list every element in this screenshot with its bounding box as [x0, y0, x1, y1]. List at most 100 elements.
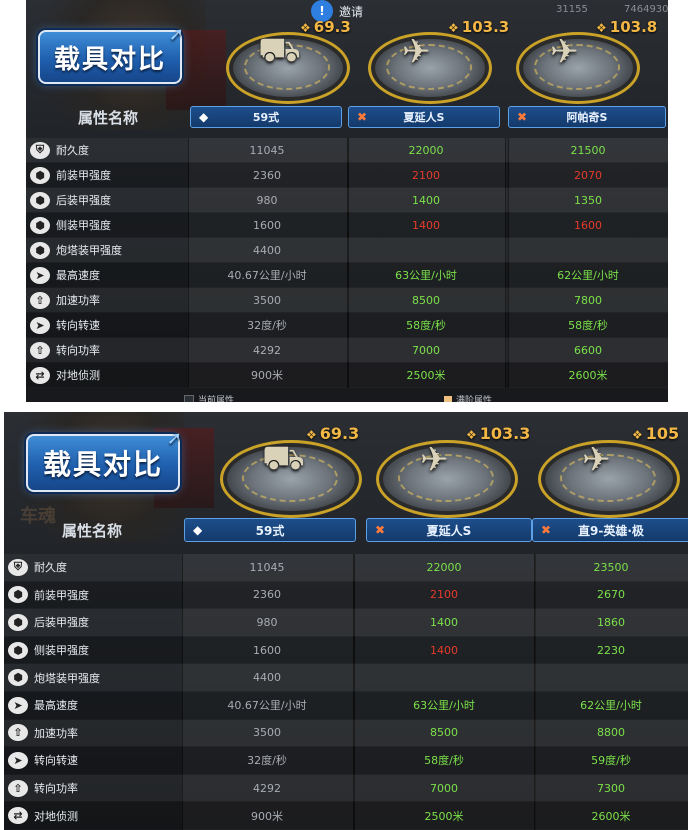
power-icon: ❖: [596, 21, 607, 35]
attribute-value: 4292: [253, 781, 281, 795]
attribute-label: 前装甲强度: [56, 169, 111, 182]
attribute-value: 3500: [253, 726, 281, 740]
attribute-label: 最高速度: [56, 269, 100, 282]
armor-icon: ⬢: [30, 241, 50, 259]
armor-icon: ⬢: [30, 216, 50, 234]
legend-swatch: [184, 394, 194, 402]
power-rating: ❖ 69.3: [306, 424, 359, 443]
attribute-row: ⬢ 前装甲强度 2360 2100 2670: [4, 581, 688, 609]
page-title: 载具对比 ➚: [26, 428, 182, 492]
radar-icon: ⇄: [30, 366, 50, 384]
attribute-value: 58度/秒: [424, 754, 464, 768]
attribute-row: ⬢ 前装甲强度 2360 2100 2070: [26, 163, 668, 187]
comparison-panel-1: ! 邀请 31155 7464930 载具对比 ➚ 属性名称 ⛟ ❖ 69.3 ✈…: [26, 0, 668, 402]
attribute-value: 1400: [430, 615, 458, 629]
attribute-value: 2100: [412, 168, 440, 182]
attribute-row: ⬢ 侧装甲强度 1600 1400 1600: [26, 213, 668, 237]
power-rating: ❖ 103.3: [448, 18, 509, 36]
tank-icon: ⛟: [258, 30, 301, 70]
vehicle-name-tab-1[interactable]: ◆ 59式: [184, 518, 356, 542]
attribute-label-cell: ⬢ 前装甲强度: [26, 163, 186, 187]
speed-icon: ➤: [30, 316, 50, 334]
attribute-value: 2360: [253, 168, 281, 182]
attribute-value: 6600: [574, 343, 602, 357]
attribute-value: 11045: [249, 143, 285, 157]
remove-icon[interactable]: ✖: [517, 110, 527, 124]
vehicle-name: 夏延人S: [426, 523, 472, 538]
attribute-value: 1400: [412, 193, 440, 207]
armor-icon: ⬢: [30, 166, 50, 184]
attribute-row: ⇧ 转向功率 4292 7000 6600: [26, 338, 668, 362]
vehicle-name-tab-2[interactable]: ✖ 夏延人S: [366, 518, 532, 542]
attribute-row: ➤ 转向转速 32度/秒 58度/秒 59度/秒: [4, 747, 688, 774]
durability-icon: ⛨: [30, 141, 50, 159]
remove-icon[interactable]: ✖: [357, 110, 367, 124]
attribute-label-cell: ⬢ 后装甲强度: [4, 609, 180, 636]
attribute-value: 2500米: [424, 809, 464, 823]
power-value: 69.3: [313, 18, 351, 36]
helicopter-icon: ✈: [402, 32, 431, 72]
attribute-row: ⬢ 侧装甲强度 1600 1400 2230: [4, 636, 688, 664]
attribute-value: 1400: [412, 218, 440, 232]
attribute-value: [508, 238, 668, 262]
attribute-row: ⇄ 对地侦测 900米 2500米 2600米: [26, 363, 668, 387]
vehicle-name-tab-2[interactable]: ✖ 夏延人S: [348, 106, 500, 128]
attribute-label: 炮塔装甲强度: [34, 671, 100, 685]
attribute-value: 63公里/小时: [395, 269, 457, 282]
armor-icon: ⬢: [8, 586, 28, 604]
attribute-value: 40.67公里/小时: [227, 269, 307, 282]
vehicle-name-tab-3[interactable]: ✖ 阿帕奇S: [508, 106, 666, 128]
attribute-label-cell: ⇧ 转向功率: [26, 338, 186, 362]
attribute-value: 8500: [430, 726, 458, 740]
attribute-value: 900米: [251, 809, 283, 823]
attribute-value: 62公里/小时: [580, 699, 642, 713]
attribute-value: 2230: [597, 643, 625, 657]
vehicle-name-tab-3[interactable]: ✖ 直9-英雄·极: [532, 518, 688, 542]
attribute-row: ⬢ 炮塔装甲强度 4400: [4, 664, 688, 691]
attribute-label-cell: ⬢ 炮塔装甲强度: [26, 238, 186, 262]
helicopter-icon: ✈: [582, 440, 611, 480]
attribute-label-cell: ⛨ 耐久度: [26, 138, 186, 162]
current-vehicle-icon: ◆: [193, 523, 203, 537]
attribute-label-cell: ➤ 转向转速: [26, 313, 186, 337]
attribute-value: 2600米: [591, 809, 631, 823]
attribute-value: 8500: [412, 293, 440, 307]
attribute-value: 980: [256, 193, 278, 207]
vehicle-name-tab-1[interactable]: ◆ 59式: [190, 106, 342, 128]
remove-icon[interactable]: ✖: [375, 523, 385, 537]
power-icon: ❖: [632, 428, 643, 442]
legend-label: 满阶属性: [456, 396, 493, 402]
power-icon: ❖: [448, 21, 459, 35]
attribute-row: ⬢ 炮塔装甲强度 4400: [26, 238, 668, 262]
attribute-value: 7000: [430, 781, 458, 795]
attribute-value: 2600米: [568, 369, 608, 382]
attribute-value: 2070: [574, 168, 602, 182]
vehicle-name: 夏延人S: [403, 111, 445, 124]
attribute-value: 2670: [597, 588, 625, 602]
remove-icon[interactable]: ✖: [541, 523, 551, 537]
attribute-row: ⛨ 耐久度 11045 22000 23500: [4, 554, 688, 581]
attribute-label-cell: ⬢ 侧装甲强度: [26, 213, 186, 237]
attribute-label: 最高速度: [34, 699, 78, 713]
attribute-value: 62公里/小时: [557, 269, 619, 282]
power-value: 103.3: [479, 424, 531, 443]
watermark-text: 车魂: [20, 506, 56, 527]
attribute-label-cell: ➤ 最高速度: [26, 263, 186, 287]
tank-icon: ⛟: [262, 438, 305, 478]
attribute-label: 后装甲强度: [34, 616, 89, 630]
legend-label: 当前属性: [198, 396, 235, 402]
attribute-header: 属性名称: [62, 522, 123, 540]
attribute-row: ⛨ 耐久度 11045 22000 21500: [26, 138, 668, 162]
arrow-up-right-icon: ➚: [166, 428, 184, 449]
attribute-row: ⬢ 后装甲强度 980 1400 1860: [4, 609, 688, 636]
power-value: 69.3: [319, 424, 360, 443]
attribute-row: ⇧ 转向功率 4292 7000 7300: [4, 774, 688, 802]
title-text: 载具对比: [53, 44, 166, 75]
attribute-value: 900米: [251, 369, 283, 382]
attribute-row: ⇧ 加速功率 3500 8500 8800: [4, 719, 688, 747]
attribute-value: 4400: [253, 243, 281, 257]
arrow-up-right-icon: ➚: [168, 24, 186, 45]
vehicle-name: 59式: [255, 523, 285, 538]
attribute-value: 22000: [426, 560, 462, 574]
attribute-table: ⛨ 耐久度 11045 22000 21500 ⬢ 前装甲强度 2360 2100 2070 ⬢ 后装…: [26, 138, 668, 388]
